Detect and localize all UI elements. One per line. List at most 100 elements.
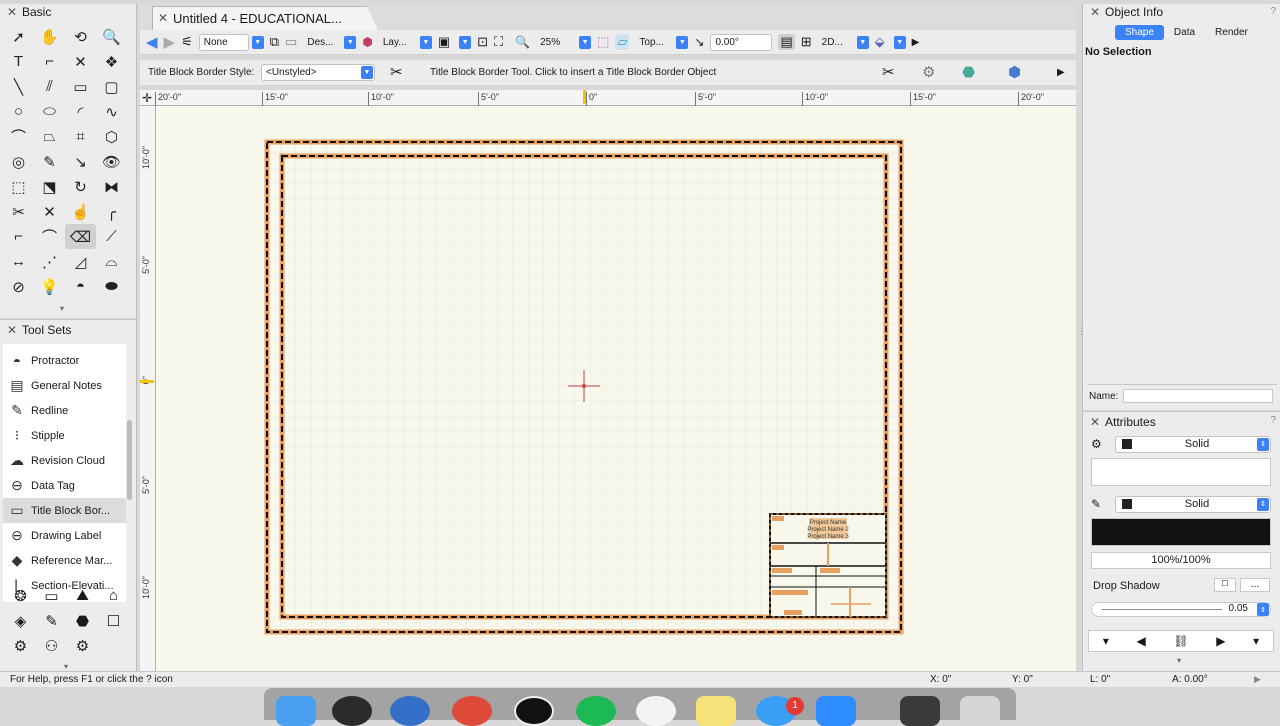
landscape-icon[interactable]: ⛰: [67, 583, 98, 608]
view-dropdown[interactable]: Top... ▼: [635, 34, 689, 51]
circle-icon[interactable]: ○: [3, 99, 34, 124]
opacity-field[interactable]: 100%/100%: [1091, 552, 1271, 569]
fill-preview[interactable]: [1091, 458, 1271, 486]
bezier-icon[interactable]: ◿: [65, 249, 96, 274]
text-icon[interactable]: T: [3, 49, 34, 74]
start-arrow-dropdown-icon[interactable]: ▾: [1103, 634, 1109, 648]
expand-chevron-icon[interactable]: ▾: [60, 304, 64, 313]
zoom-dropdown[interactable]: 25% ▼: [536, 34, 592, 51]
layers-icon[interactable]: ⧉: [270, 34, 279, 50]
machine-design-icon[interactable]: ⬣: [67, 608, 98, 633]
design-layer-dropdown[interactable]: Des... ▼: [303, 34, 357, 51]
end-arrow-dropdown-icon[interactable]: ▾: [1253, 634, 1259, 648]
light-icon[interactable]: 💡: [34, 274, 65, 299]
chamfer-icon[interactable]: ⌐: [3, 224, 34, 249]
detail-icon[interactable]: ⬬: [96, 274, 127, 299]
chrome-icon[interactable]: [452, 696, 492, 726]
name-input[interactable]: [1123, 389, 1273, 403]
safari-icon[interactable]: [390, 696, 430, 726]
rotate-icon[interactable]: ↻: [65, 174, 96, 199]
offset-icon[interactable]: ⬔: [34, 174, 65, 199]
line-icon[interactable]: ╲: [3, 74, 34, 99]
dimension-icon[interactable]: ↔: [3, 249, 34, 274]
notes-icon[interactable]: [696, 696, 736, 726]
style-dropdown[interactable]: <Unstyled> ▼: [261, 64, 375, 81]
expand-chevron-icon[interactable]: ▾: [1177, 656, 1181, 665]
snap-smart-points-icon[interactable]: ⬣: [962, 63, 975, 81]
chevron-down-icon[interactable]: ▼: [893, 35, 906, 49]
attribute-mapping-icon[interactable]: ↘: [65, 149, 96, 174]
trim-icon[interactable]: ✂: [3, 199, 34, 224]
networking-icon[interactable]: ⚇: [36, 633, 67, 658]
double-line-polygon-icon[interactable]: ⌗: [65, 124, 96, 149]
tool-set-item[interactable]: ◓ Protractor: [3, 348, 126, 373]
line-weight-slider[interactable]: 0.05 ⇕: [1091, 602, 1271, 617]
help-icon[interactable]: ?: [1270, 415, 1276, 426]
connect-icon[interactable]: ☝: [65, 199, 96, 224]
arc-icon[interactable]: ◜: [65, 99, 96, 124]
tool-set-item[interactable]: ▤ General Notes: [3, 373, 126, 398]
close-icon[interactable]: ✕: [1090, 414, 1100, 430]
class-dropdown[interactable]: None ▼: [198, 33, 264, 51]
double-line-icon[interactable]: ⫽: [34, 74, 65, 99]
rotation-field[interactable]: 0.00°: [710, 33, 773, 51]
tool-set-item[interactable]: ⊖ Drawing Label: [3, 523, 126, 548]
ruler-origin-icon[interactable]: ✛: [142, 91, 152, 105]
more-arrow-icon[interactable]: ▶: [1057, 67, 1065, 78]
angular-dimension-icon[interactable]: ⋰: [34, 249, 65, 274]
snap-settings-icon[interactable]: ⚙: [922, 63, 935, 81]
zoom-app-icon[interactable]: [816, 696, 856, 726]
freehand-icon[interactable]: ∿: [96, 99, 127, 124]
site-planning-icon[interactable]: ▭: [36, 583, 67, 608]
saved-views-icon[interactable]: ⚟: [181, 34, 193, 50]
projection-icon[interactable]: ▤: [778, 34, 795, 50]
trash-icon[interactable]: [960, 696, 1000, 726]
polyline-icon[interactable]: ⌒: [3, 124, 34, 149]
tab-shape[interactable]: Shape: [1115, 25, 1164, 40]
spotify-icon[interactable]: [576, 696, 616, 726]
unified-view-icon[interactable]: ⬚: [597, 34, 609, 50]
link-icon[interactable]: ⛓: [1173, 634, 1188, 648]
layer-dropdown[interactable]: Lay... ▼: [379, 34, 432, 51]
help-icon[interactable]: ?: [1270, 6, 1276, 17]
extend-icon[interactable]: ⟋: [96, 224, 127, 249]
tool-set-scrollbar[interactable]: [127, 420, 132, 500]
more-arrow-icon[interactable]: ▶: [912, 37, 920, 48]
reshape-icon[interactable]: ⬚: [3, 174, 34, 199]
render-mode-dropdown[interactable]: 2D... ▼: [818, 34, 869, 51]
split-icon[interactable]: ✕: [34, 199, 65, 224]
fillet-icon[interactable]: ╭: [96, 199, 127, 224]
flyover-icon[interactable]: ⟲: [65, 24, 96, 49]
close-tab-icon[interactable]: ✕: [158, 11, 168, 25]
oval-icon[interactable]: ⬭: [34, 99, 65, 124]
mirror-icon[interactable]: ⧓: [96, 174, 127, 199]
tab-render[interactable]: Render: [1205, 25, 1258, 40]
vectorworks-icon[interactable]: [514, 696, 554, 726]
eraser-icon[interactable]: ⌫: [65, 224, 96, 249]
clock-icon[interactable]: ⊘: [3, 274, 34, 299]
working-plane-icon[interactable]: ▱: [615, 34, 630, 50]
expand-chevron-icon[interactable]: ▾: [64, 662, 68, 671]
polygon-icon[interactable]: ⏢: [34, 124, 65, 149]
visualization-icon[interactable]: ◈: [5, 608, 36, 633]
fill-style-dropdown[interactable]: Solid ⇕: [1115, 435, 1271, 453]
tool-set-item[interactable]: ✎ Redline: [3, 398, 126, 423]
spiral-icon[interactable]: ◎: [3, 149, 34, 174]
sheet-layer-icon[interactable]: ▣: [438, 34, 450, 50]
rounded-rectangle-icon[interactable]: ▢: [96, 74, 127, 99]
custom-settings-icon[interactable]: ⚙: [67, 633, 98, 658]
pick-up-attributes-icon[interactable]: ✂: [882, 63, 895, 81]
close-icon[interactable]: ✕: [7, 322, 17, 338]
end-arrowhead-icon[interactable]: ▶: [1216, 634, 1225, 648]
eyedropper-icon[interactable]: ✎: [34, 149, 65, 174]
layer-visibility-icon[interactable]: ⬢: [362, 35, 372, 49]
callout-icon[interactable]: ⌐: [34, 49, 65, 74]
start-arrowhead-icon[interactable]: ◀: [1136, 634, 1145, 648]
pen-preview[interactable]: [1091, 518, 1271, 546]
visibility-icon[interactable]: 👁: [96, 149, 127, 174]
spotlight-icon[interactable]: ⚙: [5, 633, 36, 658]
finder-icon[interactable]: [276, 696, 316, 726]
zoom-icon[interactable]: 🔍: [515, 35, 530, 49]
selection-arrow-icon[interactable]: ➚: [3, 24, 34, 49]
chevron-down-icon[interactable]: ▼: [459, 35, 472, 49]
